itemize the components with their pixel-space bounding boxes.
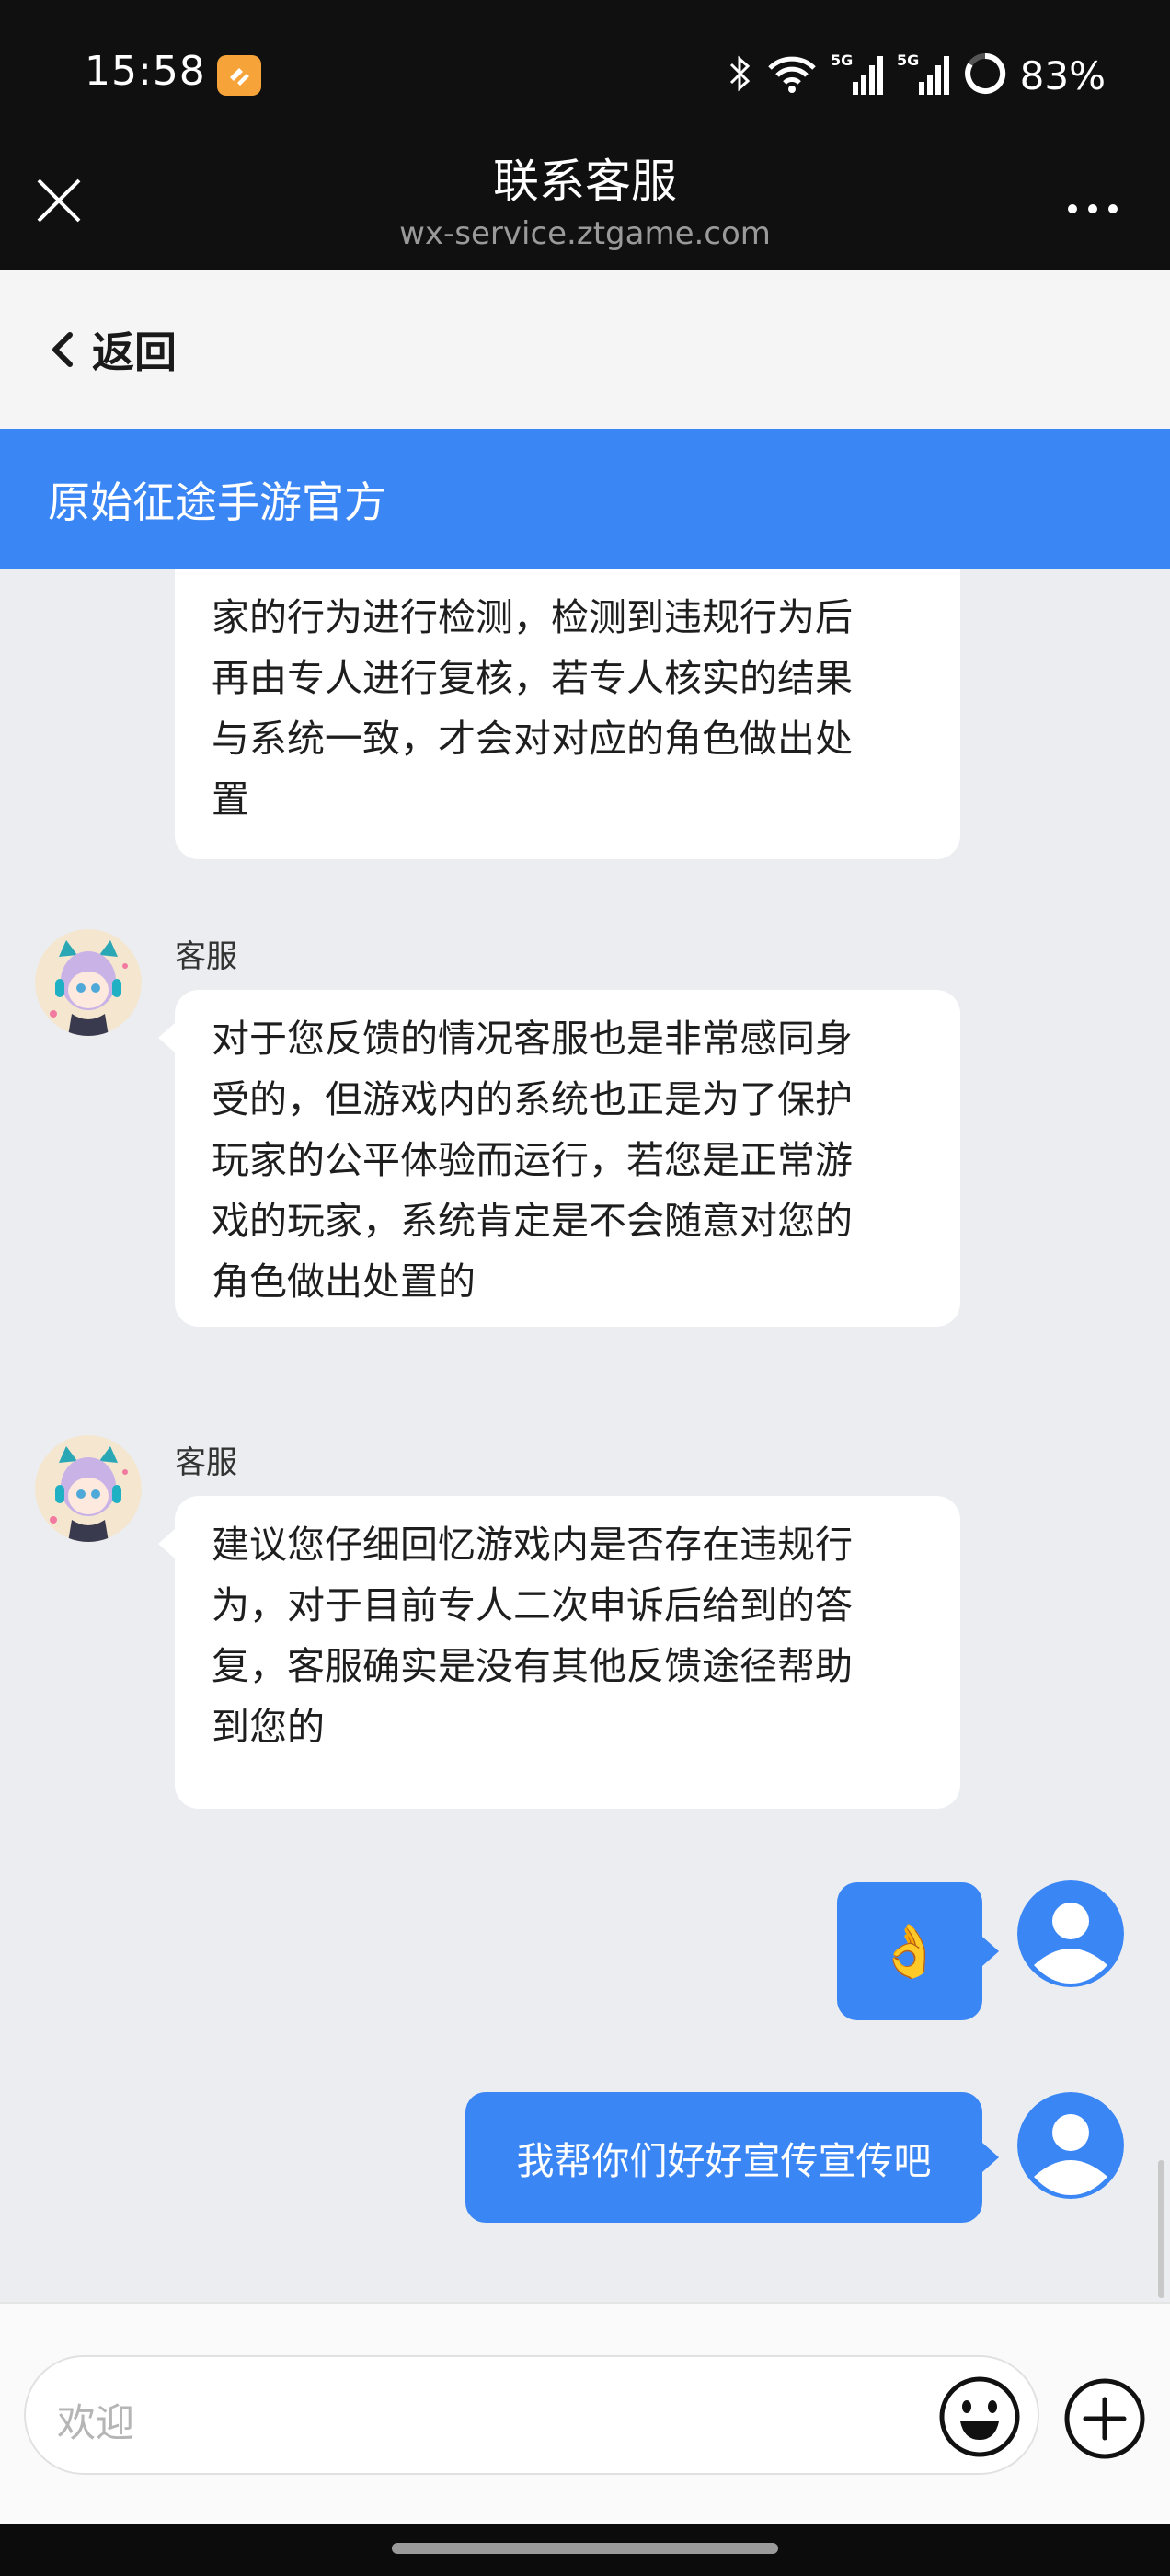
message-line: 戏的玩家，系统肯定是不会随意对您的 [212,1199,853,1243]
back-button[interactable]: 返回 [50,316,177,383]
page-title: 联系客服 [493,155,677,208]
message-line: 到您的 [212,1705,325,1749]
signal-5g-icon-1: 5G [831,51,884,100]
user-avatar[interactable] [1017,1880,1124,1987]
more-button[interactable] [1056,195,1130,223]
shop-name: 原始征途手游官方 [48,477,386,527]
battery-icon [963,52,1007,99]
chat-area[interactable]: 家的行为进行检测，检测到违规行为后 再由专人进行复核，若专人核实的结果 与系统一… [0,569,1170,2302]
message-text: 我帮你们好好宣传宣传吧 [516,2139,932,2183]
battery-percent: 83% [1019,52,1106,98]
message-line: 与系统一致，才会对对应的角色做出处 [212,717,853,761]
message-line: 角色做出处置的 [212,1259,476,1304]
ok-hand-emoji: 👌 [878,1922,942,1982]
status-icons: 5G 5G 83% [728,48,1106,103]
message-line: 置 [212,777,249,822]
agent-message: 家的行为进行检测，检测到违规行为后 再由专人进行复核，若专人核实的结果 与系统一… [175,569,960,859]
signal-5g-icon-2: 5G [897,51,950,100]
bluetooth-icon [728,53,753,98]
agent-message: 建议您仔细回忆游戏内是否存在违规行 为，对于目前专人二次申诉后给到的答 复，客服… [158,1496,960,1809]
shop-header: 原始征途手游官方 [0,429,1170,569]
agent-avatar[interactable] [35,1435,142,1542]
message-line: 对于您反馈的情况客服也是非常感同身 [212,1017,853,1061]
emoji-icon [939,2376,1020,2457]
back-bar: 返回 [0,270,1170,429]
input-placeholder: 欢迎 [57,2400,135,2445]
status-time: 15:58 [85,48,206,95]
app-notification-icon [217,55,261,96]
system-nav-bar [0,2524,1170,2576]
user-avatar[interactable] [1017,2092,1124,2199]
message-line: 受的，但游戏内的系统也正是为了保护 [212,1077,853,1121]
message-line: 玩家的公平体验而运行，若您是正常游 [212,1138,853,1182]
message-line: 建议您仔细回忆游戏内是否存在违规行 [212,1523,853,1567]
page-url: wx-service.ztgame.com [399,215,771,252]
plus-icon [1064,2378,1145,2459]
message-line: 复，客服确实是没有其他反馈途径帮助 [212,1644,853,1688]
wifi-icon [766,53,818,98]
svg-text:5G: 5G [831,52,853,69]
message-line: 再由专人进行复核，若专人核实的结果 [212,656,853,700]
sender-name: 客服 [175,938,237,975]
status-bar: 15:58 5G 5G 83% [0,0,1170,147]
user-avatar-icon [1017,2092,1124,2199]
user-message: 我帮你们好好宣传宣传吧 [465,2092,999,2223]
agent-message: 对于您反馈的情况客服也是非常感同身 受的，但游戏内的系统也正是为了保护 玩家的公… [158,990,960,1327]
user-message: 👌 [837,1882,999,2020]
message-input[interactable]: 欢迎 [24,2355,1039,2475]
chat-scrollbar[interactable] [1158,2160,1164,2298]
agent-avatar[interactable] [35,929,142,1036]
svg-text:5G: 5G [897,52,919,69]
emoji-button[interactable] [938,2375,1021,2458]
back-chevron-icon [52,332,73,367]
user-avatar-icon [1017,1880,1124,1987]
plus-button[interactable] [1063,2377,1146,2460]
title-bar: 联系客服 wx-service.ztgame.com [0,147,1170,270]
message-line: 家的行为进行检测，检测到违规行为后 [212,595,853,639]
more-icon [1068,204,1118,213]
sender-name: 客服 [175,1444,237,1481]
home-handle[interactable] [392,2543,778,2554]
message-line: 为，对于目前专人二次申诉后给到的答 [212,1583,853,1627]
back-label: 返回 [92,328,177,377]
input-bar: 欢迎 [0,2302,1170,2526]
